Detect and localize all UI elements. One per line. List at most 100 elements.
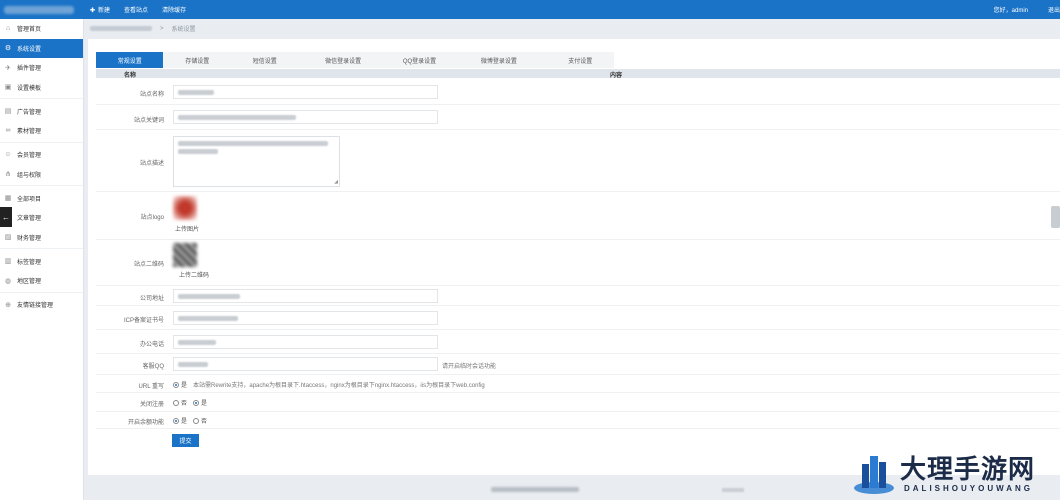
radio-label: 是 — [181, 419, 188, 425]
sidebar-item-tags[interactable]: ▥ 标签管理 — [0, 252, 83, 272]
radio-unchecked-icon — [173, 399, 179, 406]
top-bar: ✚ 新建 查看站点 清除缓存 您好，admin 退出 — [0, 0, 1060, 19]
qrcode-image — [173, 243, 197, 267]
icp-label: ICP备案证书号 — [123, 318, 164, 324]
row-icp: ICP备案证书号 — [96, 306, 1060, 330]
plugin-icon: ✈ — [5, 64, 11, 72]
icp-input[interactable] — [173, 311, 438, 325]
arrow-left-icon: ← — [2, 212, 10, 222]
sidebar-item-regions[interactable]: ◍ 地区管理 — [0, 271, 83, 291]
sidebar-item-materials[interactable]: ∞ 素材管理 — [0, 121, 83, 141]
watermark: 大理手游网 DALISHOUYOUWANG — [852, 447, 1060, 500]
redacted-value — [178, 141, 328, 146]
footer-redacted — [722, 488, 744, 492]
radio-label: 是 — [201, 401, 208, 407]
office-phone-label: 办公电话 — [139, 342, 164, 348]
redacted-value — [178, 340, 216, 345]
new-label: 新建 — [98, 8, 111, 14]
upload-image-button[interactable]: 上传图片 — [175, 224, 199, 233]
watermark-title: 大理手游网 — [900, 455, 1036, 485]
radio-label: 否 — [201, 419, 208, 425]
row-service-qq: 客服QQ 请开启临时会话功能 — [96, 354, 1060, 375]
tab-qq-login[interactable]: QQ登录设置 — [388, 52, 452, 68]
site-description-textarea[interactable]: ◢ — [173, 136, 340, 187]
sidebar-item-system-settings[interactable]: ⚙ 系统设置 — [0, 38, 83, 58]
ad-icon: ▤ — [4, 108, 12, 116]
header-content: 内容 — [610, 73, 623, 79]
sidebar-item-label: 组与权限 — [17, 172, 42, 179]
site-keywords-input[interactable] — [173, 110, 438, 124]
url-rewrite-radios: 是 本站需Rewrite支持，apache为根目录下.htaccess，ngin… — [173, 380, 485, 389]
sidebar-item-templates[interactable]: ▣ 设置模板 — [0, 78, 83, 98]
url-rewrite-yes-radio[interactable]: 是 — [173, 380, 187, 389]
tab-sms[interactable]: 短信设置 — [231, 52, 298, 68]
sidebar-item-label: 友情链接管理 — [17, 303, 54, 310]
tab-weibo-login[interactable]: 微博登录设置 — [451, 52, 546, 68]
logo[interactable] — [0, 0, 84, 19]
site-qrcode-label: 站点二维码 — [133, 262, 164, 268]
redacted-value — [178, 294, 240, 299]
scrollbar-thumb[interactable] — [1051, 206, 1060, 228]
close-register-no-radio[interactable]: 否 — [173, 398, 187, 407]
upload-qrcode-button[interactable]: 上传二维码 — [179, 270, 209, 279]
tab-general[interactable]: 常规设置 — [96, 52, 164, 68]
sidebar-collapse-toggle[interactable]: ← — [0, 207, 12, 227]
sidebar-item-plugins[interactable]: ✈ 插件管理 — [0, 58, 83, 78]
settings-panel: 常规设置 存储设置 短信设置 微信登录设置 QQ登录设置 微博登录设置 支付设置… — [88, 39, 1060, 475]
row-site-logo: 站点logo 上传图片 — [96, 192, 1060, 240]
close-register-label: 关闭注册 — [139, 402, 164, 408]
sidebar-item-members[interactable]: ☺ 会员管理 — [0, 145, 83, 165]
tab-payment[interactable]: 支付设置 — [547, 52, 614, 68]
row-close-register: 关闭注册 否 是 — [96, 393, 1060, 412]
user-area: 您好，admin 退出 — [994, 0, 1060, 19]
site-name-label: 站点名称 — [139, 92, 164, 98]
sidebar-item-articles[interactable]: ▧文章管理 — [0, 208, 83, 228]
sidebar-item-friend-links[interactable]: ⊕ 友情链接管理 — [0, 295, 83, 315]
balance-no-radio[interactable]: 否 — [193, 416, 207, 425]
view-site-link[interactable]: 查看站点 — [124, 5, 148, 14]
plus-icon: ✚ — [90, 8, 96, 14]
clear-cache-link[interactable]: 清除缓存 — [162, 5, 186, 14]
row-office-phone: 办公电话 — [96, 330, 1060, 354]
sidebar-item-ads[interactable]: ▤ 广告管理 — [0, 102, 83, 122]
tab-storage[interactable]: 存储设置 — [163, 52, 230, 68]
row-site-description: 站点描述 ◢ — [96, 130, 1060, 192]
redacted-value — [178, 115, 296, 120]
row-url-rewrite: URL 重写 是 本站需Rewrite支持，apache为根目录下.htacce… — [96, 375, 1060, 393]
service-qq-hint: 请开启临时会话功能 — [442, 364, 497, 370]
sidebar-item-home[interactable]: ⌂ 管理首页 — [0, 19, 83, 39]
sidebar-item-groups[interactable]: ⋔ 组与权限 — [0, 165, 83, 185]
logout-link[interactable]: 退出 — [1048, 5, 1060, 14]
finance-icon: ▨ — [4, 234, 12, 242]
user-greeting[interactable]: 您好，admin — [994, 5, 1028, 14]
sidebar-item-label: 系统设置 — [17, 46, 42, 53]
watermark-subtitle: DALISHOUYOUWANG — [904, 484, 1033, 493]
company-address-label: 公司地址 — [139, 296, 164, 302]
url-rewrite-hint: 本站需Rewrite支持，apache为根目录下.htaccess，nginx为… — [193, 383, 485, 389]
link-icon: ∞ — [5, 127, 11, 135]
office-phone-input[interactable] — [173, 335, 438, 349]
site-name-input[interactable] — [173, 85, 438, 99]
sidebar-item-label: 管理首页 — [17, 27, 42, 34]
sidebar-item-label: 财务管理 — [17, 235, 42, 242]
resize-handle-icon[interactable]: ◢ — [334, 179, 338, 185]
sidebar-item-projects[interactable]: ▦ 全部项目 — [0, 189, 83, 209]
radio-label: 否 — [181, 401, 188, 407]
company-address-input[interactable] — [173, 289, 438, 303]
gear-icon: ⚙ — [4, 45, 12, 53]
balance-yes-radio[interactable]: 是 — [173, 416, 187, 425]
sidebar-item-label: 全部项目 — [17, 196, 42, 203]
close-register-yes-radio[interactable]: 是 — [193, 398, 207, 407]
new-button[interactable]: ✚ 新建 — [90, 5, 110, 14]
site-keywords-label: 站点关键词 — [133, 118, 164, 124]
site-logo-label: 站点logo — [140, 215, 164, 221]
sidebar-item-finance[interactable]: ▨ 财务管理 — [0, 228, 83, 248]
sidebar-item-label: 插件管理 — [17, 66, 42, 73]
service-qq-input[interactable] — [173, 357, 438, 371]
tab-wechat-login[interactable]: 微信登录设置 — [298, 52, 387, 68]
submit-button[interactable]: 提交 — [172, 434, 199, 447]
radio-unchecked-icon — [193, 417, 200, 424]
breadcrumb: > 系统设置 — [90, 22, 196, 35]
row-site-name: 站点名称 — [96, 79, 1060, 105]
table-header: 名称 内容 — [96, 69, 1060, 79]
